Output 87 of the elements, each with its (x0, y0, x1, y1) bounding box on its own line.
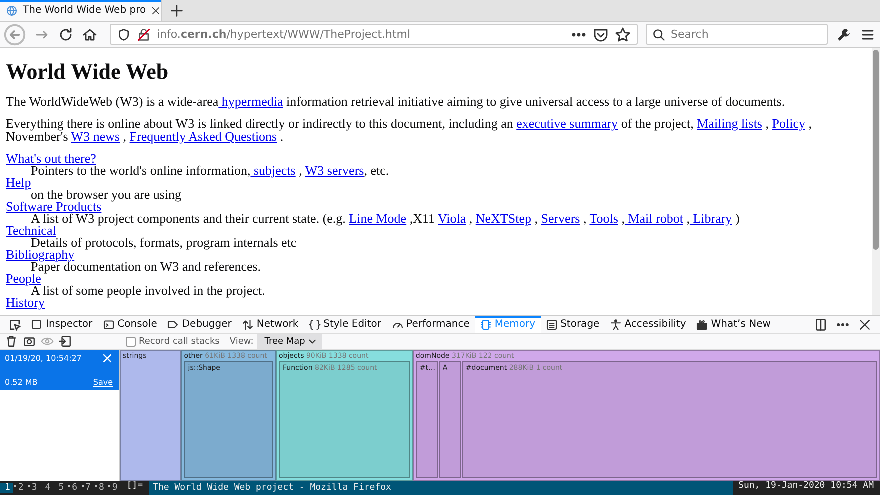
window-title: The World Wide Web project - Mozilla Firefox (152, 483, 392, 493)
arrows-icon (242, 318, 254, 330)
braces-icon (308, 318, 321, 330)
link[interactable]: Frequently Asked Questions (130, 129, 278, 144)
link[interactable]: Mailing lists (697, 116, 762, 132)
link[interactable]: Bibliography (6, 247, 75, 262)
devtools-tab[interactable]: Style Editor (304, 316, 387, 333)
link[interactable]: Technical (6, 223, 56, 238)
wrench-icon[interactable] (836, 26, 852, 42)
devtools-tab[interactable]: Debugger (162, 316, 237, 333)
link[interactable]: Viola (438, 211, 466, 226)
devtools-tab[interactable]: What’s New (691, 316, 776, 333)
pocket-icon[interactable] (593, 26, 609, 42)
star-icon[interactable] (615, 26, 631, 42)
gift-icon (696, 318, 708, 330)
clock: Sun, 19-Jan-2020 10:54 AM (732, 481, 880, 495)
description-text: Pointers to the world's online information, subjects , W3 servers, etc. (31, 165, 390, 178)
record-call-stacks-checkbox[interactable]: Record call stacks (126, 336, 220, 346)
link[interactable]: Tools (590, 211, 618, 226)
browser-tab[interactable]: The World Wide Web pro (0, 0, 162, 21)
picker-icon[interactable] (8, 318, 22, 332)
description-text: Details of protocols, formats, program internals etc (31, 237, 298, 250)
console-icon (102, 318, 115, 330)
link[interactable]: Software Products (6, 199, 102, 214)
workspace-tag[interactable]: 5 (54, 483, 68, 493)
square-icon (31, 318, 43, 330)
snapshot-item[interactable]: 01/19/20, 10:54:27 0.52 MB Save (0, 350, 119, 390)
tag-icon (167, 318, 180, 330)
list-icon (546, 318, 558, 330)
link[interactable]: W3 servers (305, 163, 364, 178)
paragraph: The WorldWideWeb (W3) is a wide-area hypermedia information retrieval initiative aiming to give universal access to a large universe of documents. (6, 96, 786, 108)
link[interactable]: What's out there? (6, 151, 96, 166)
link[interactable]: W3 news (71, 129, 120, 144)
layout-symbol: []= (120, 481, 150, 495)
globe-icon (6, 4, 18, 16)
devtools-tab[interactable]: Memory (474, 316, 541, 333)
link[interactable]: Servers (541, 211, 580, 226)
devtools-tab[interactable]: Network (236, 316, 304, 333)
devtools-tab[interactable]: Performance (386, 316, 475, 333)
save-link[interactable]: Save (93, 378, 113, 387)
snapshot-size: 0.52 MB (5, 378, 38, 387)
devtools-tab[interactable]: Accessibility (604, 316, 692, 333)
link[interactable]: NeXTStep (476, 211, 532, 226)
back-icon[interactable] (4, 24, 26, 46)
plus-icon[interactable] (170, 4, 184, 18)
reload-icon[interactable] (58, 26, 74, 42)
link[interactable]: Library (690, 211, 732, 226)
description-text: A list of W3 project components and their current state. (e.g. Line Mode ,X11 Viola , NeXTStep , Servers , Tools , Mail robot , Library ) (31, 213, 741, 226)
home-icon[interactable] (82, 26, 98, 42)
description-text: Paper documentation on W3 and references. (31, 261, 262, 274)
close-icon[interactable] (151, 6, 162, 16)
link[interactable]: Policy (772, 116, 806, 132)
person-icon (610, 318, 622, 330)
link[interactable]: Mail robot (624, 211, 684, 226)
trash-icon[interactable] (5, 335, 18, 348)
description-text: A list of some people involved in the project. (31, 285, 266, 298)
camera-icon[interactable] (23, 335, 36, 348)
shield-icon (117, 28, 131, 42)
insecure-lock-icon (137, 28, 151, 42)
scrollbar-thumb[interactable] (873, 50, 879, 250)
url-text: info.cern.ch/hypertext/WWW/TheProject.html (157, 28, 411, 41)
page-heading: World Wide Web (6, 59, 170, 85)
paragraph: Everything there is online about W3 is linked directly or indirectly to this document, including an executive summary of the project, Mailing lists , Policy , November's W3 news , Frequently Asked Questions . (6, 117, 813, 144)
search-field[interactable]: Search (646, 24, 828, 45)
link[interactable]: History (6, 295, 45, 310)
address-bar[interactable]: info.cern.ch/hypertext/WWW/TheProject.html (110, 24, 638, 45)
description-text: on the browser you are using (31, 189, 183, 202)
close-icon[interactable] (858, 318, 872, 332)
devtools-tab[interactable]: Storage (540, 316, 605, 333)
workspace-tag[interactable]: 1 (0, 483, 14, 493)
devtools-tab[interactable]: Inspector (26, 316, 98, 333)
chevron-icon (308, 337, 317, 346)
chip-icon (480, 318, 492, 330)
import-icon[interactable] (59, 335, 72, 348)
link[interactable]: Help (6, 175, 32, 190)
link[interactable]: People (6, 271, 42, 286)
snapshot-time: 01/19/20, 10:54:27 (5, 354, 82, 363)
dock-icon[interactable] (814, 318, 828, 332)
devtools-tab[interactable]: Console (98, 316, 162, 333)
link[interactable]: hypermedia (218, 94, 284, 109)
view-dropdown[interactable]: Tree Map (256, 334, 322, 349)
search-icon (652, 28, 666, 42)
link[interactable]: executive summary (516, 116, 618, 132)
view-label: View: (230, 336, 254, 346)
link[interactable]: Line Mode (349, 211, 407, 226)
workspace-tag[interactable]: 4 (40, 483, 54, 493)
link[interactable]: subjects (250, 163, 296, 178)
